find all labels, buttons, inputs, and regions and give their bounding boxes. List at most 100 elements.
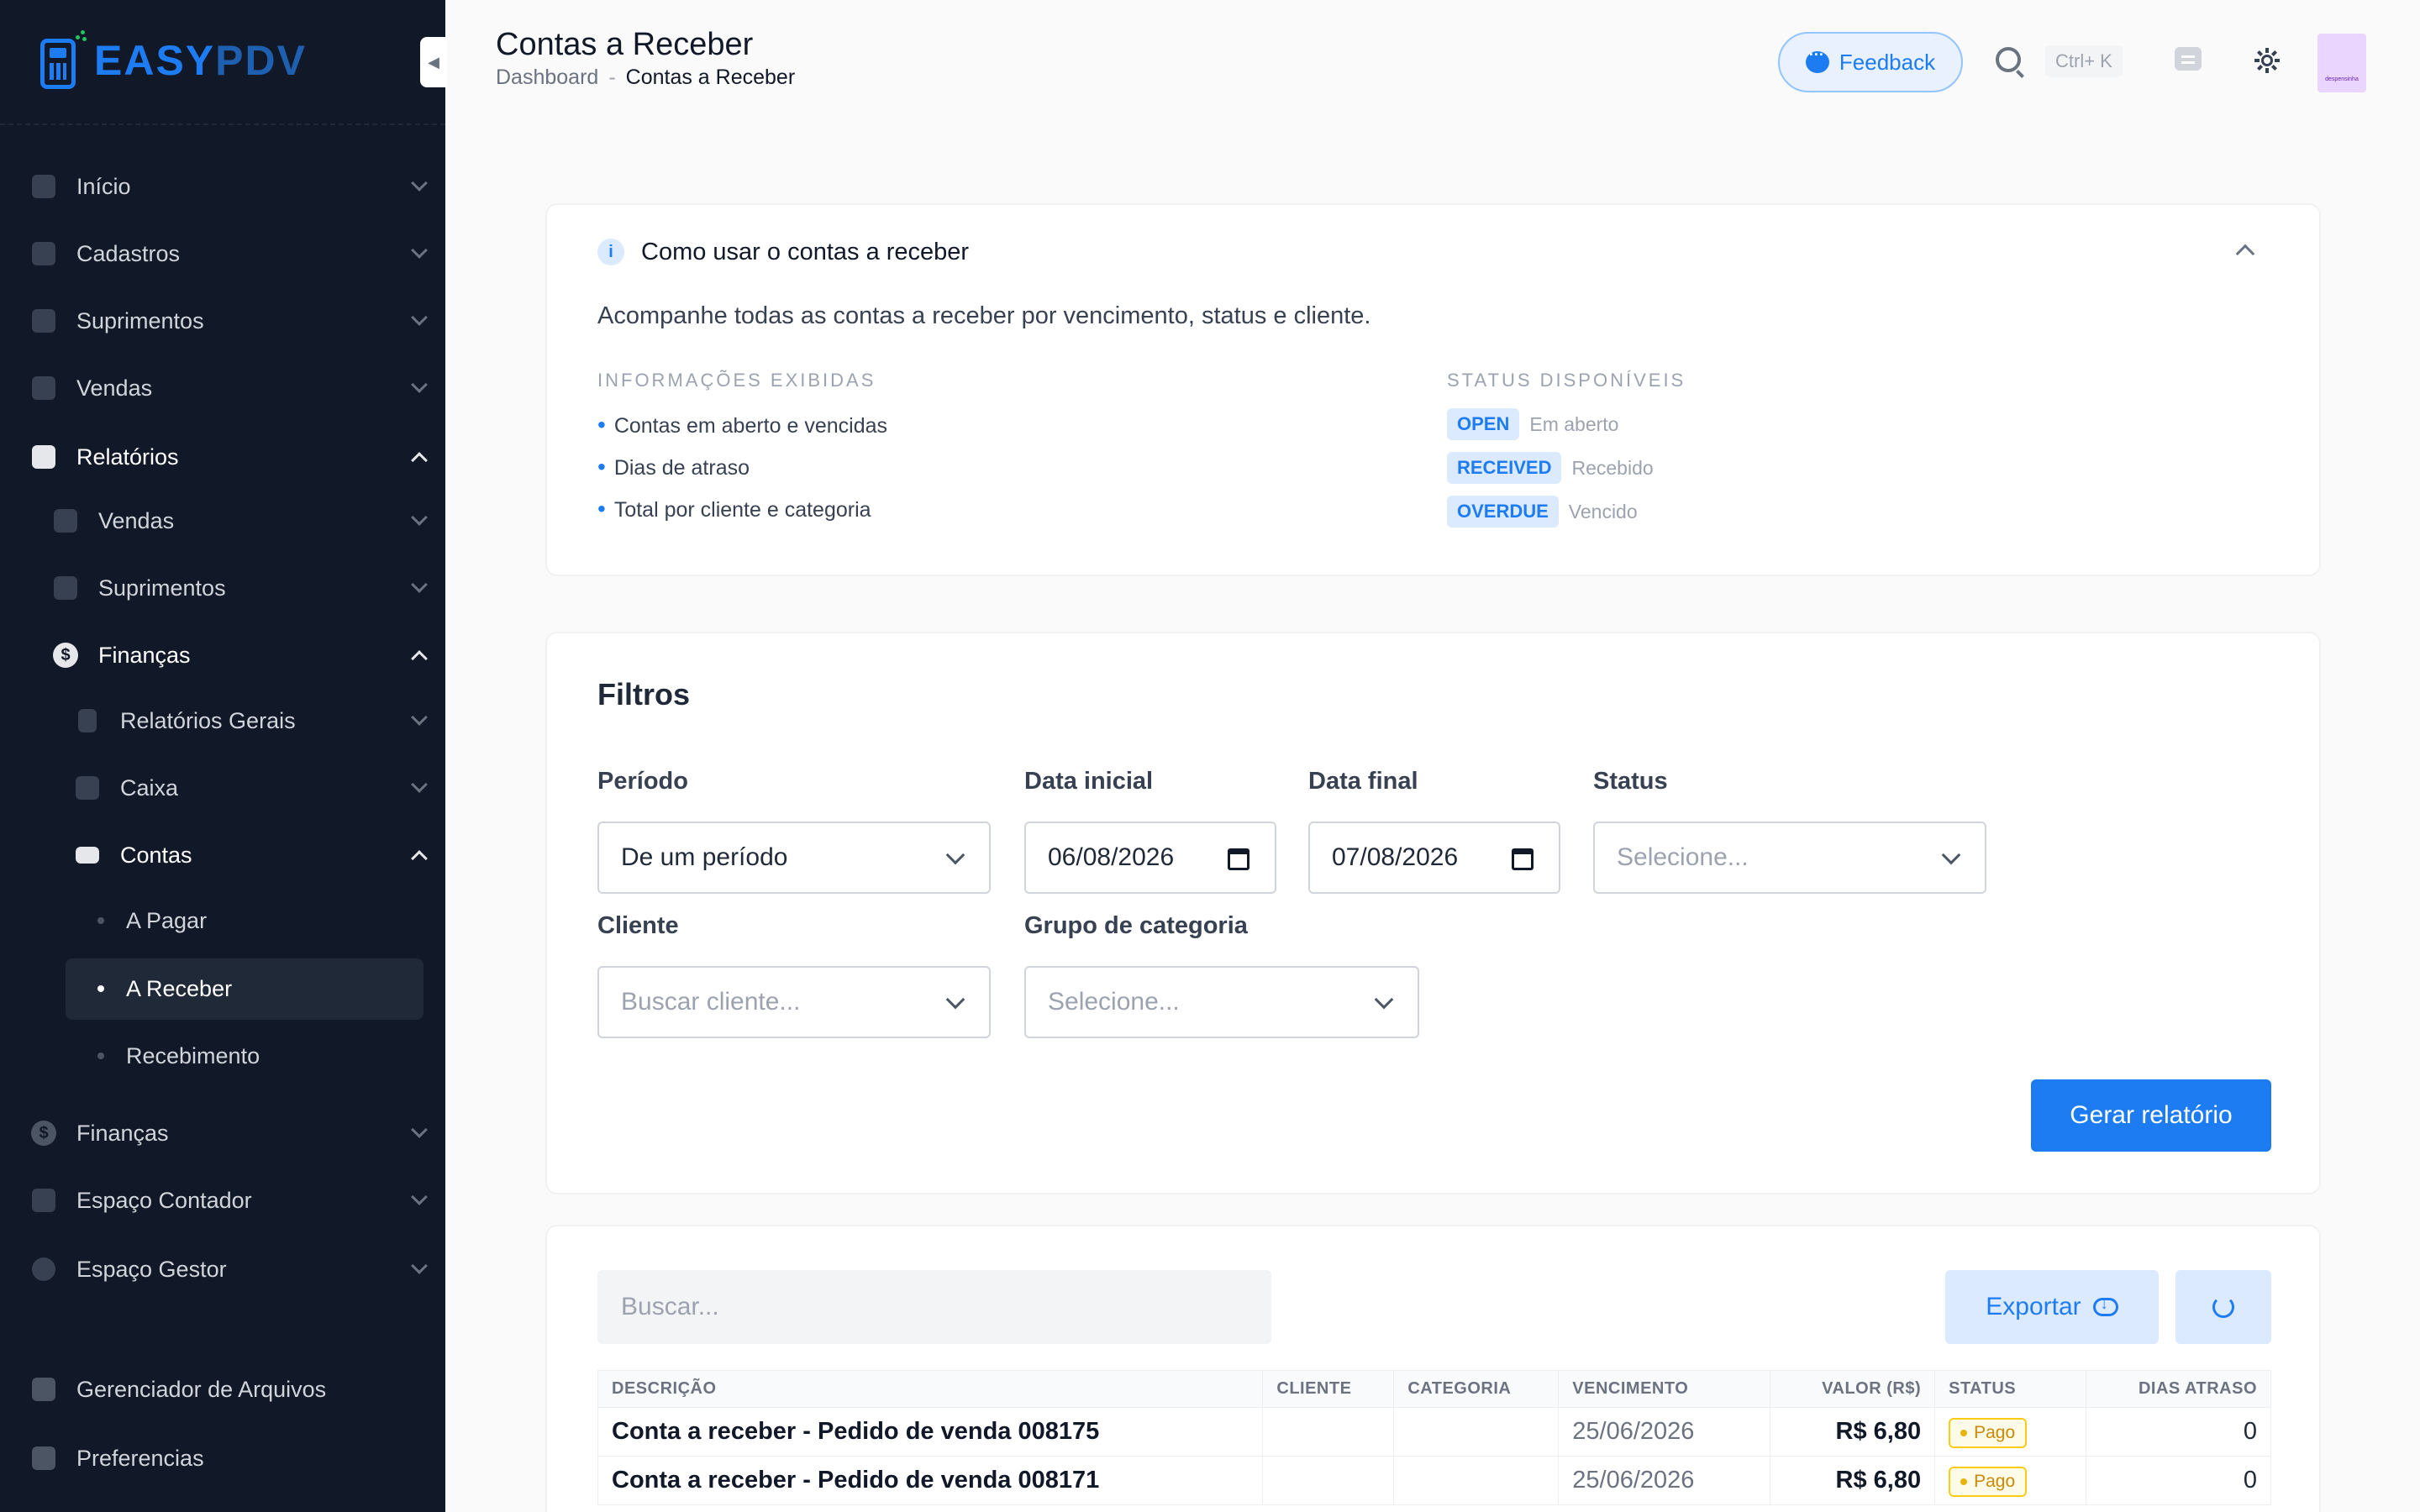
start-date-input[interactable]: 06/08/2026 [1024,822,1276,894]
search-placeholder: Buscar... [621,1293,719,1320]
sidebar-item-relatorios[interactable]: Relatórios [0,428,445,486]
avatar[interactable]: despensinha [2317,34,2366,92]
chevron-up-icon[interactable] [2235,244,2255,264]
column-header-due-date[interactable]: VENCIMENTO [1558,1370,1771,1408]
sidebar-item-relatorios-suprimentos[interactable]: Suprimentos [0,559,445,617]
sidebar-item-financas[interactable]: $ Finanças [0,1104,445,1163]
chevron-down-icon [411,776,428,793]
breadcrumb-dashboard[interactable]: Dashboard [496,66,598,90]
bullet-icon [97,1053,104,1059]
sidebar-item-label: Cadastros [76,240,181,266]
chevron-up-icon [411,850,428,867]
wallet-icon [74,774,101,801]
chevron-up-icon [411,452,428,469]
money-icon [74,842,101,869]
chevron-down-icon [411,509,428,526]
filters-card: Filtros Período De um período Data inici… [545,632,2321,1194]
avatar-text: despensinha [2325,76,2359,82]
sidebar-item-label: Espaço Gestor [76,1256,227,1282]
cell-value: R$ 6,80 [1770,1456,1936,1505]
cell-client [1262,1456,1395,1505]
dollar-icon: $ [52,642,79,669]
register-icon [52,507,79,534]
sidebar-item-label: Gerenciador de Arquivos [76,1376,327,1402]
chevron-down-icon [411,1121,428,1138]
status-badge: OVERDUE [1447,496,1559,528]
status-select[interactable]: Selecione... [1593,822,1986,894]
cell-description: Conta a receber - Pedido de venda 008175 [597,1407,1264,1457]
page-title: Contas a Receber [496,27,754,62]
client-placeholder: Buscar cliente... [621,988,801,1016]
sidebar-item-label: Suprimentos [76,307,204,333]
table-row[interactable]: Conta a receber - Pedido de venda 008175… [597,1407,2271,1457]
calendar-icon[interactable] [1228,848,1249,870]
sun-icon[interactable] [2254,48,2280,73]
sidebar-item-caixa[interactable]: Caixa [0,759,445,817]
collapse-sidebar-button[interactable]: ◀ [420,37,447,87]
bullet-icon [97,985,104,992]
sidebar-item-suprimentos[interactable]: Suprimentos [0,291,445,350]
chevron-down-icon [1374,990,1394,1010]
sidebar-item-espaco-gestor[interactable]: Espaço Gestor [0,1240,445,1299]
chevron-down-icon [945,845,965,865]
export-label: Exportar [1986,1293,2081,1320]
search-input[interactable]: Buscar... [597,1270,1271,1344]
search-icon[interactable] [1996,47,2021,72]
sidebar-item-label: A Receber [126,975,233,1001]
sidebar-item-label: Vendas [98,507,175,533]
table-row[interactable]: Conta a receber - Pedido de venda 008171… [597,1456,2271,1505]
receivables-table: DESCRIÇÃO CLIENTE CATEGORIA VENCIMENTO V… [597,1370,2271,1505]
sidebar-item-label: Finanças [76,1120,169,1146]
client-select[interactable]: Buscar cliente... [597,966,991,1038]
calendar-icon[interactable] [1512,848,1534,870]
status-badge: Pago [1949,1467,2028,1497]
column-header-value[interactable]: VALOR (R$) [1770,1370,1936,1408]
sidebar-item-espaco-contador[interactable]: Espaço Contador [0,1171,445,1230]
refresh-button[interactable] [2175,1270,2271,1344]
column-header-late-days[interactable]: DIAS ATRASO [2086,1370,2271,1408]
app-logo[interactable]: EASYPDV [39,30,307,91]
info-title[interactable]: Como usar o contas a receber [641,239,969,266]
sidebar-item-contas[interactable]: Contas [0,826,445,885]
calculator-icon [30,1187,57,1214]
chevron-left-icon: ◀ [428,53,439,71]
sidebar-item-gerenciador-arquivos[interactable]: Gerenciador de Arquivos [0,1360,445,1419]
sidebar-item-label: Início [76,173,131,199]
sidebar-item-a-pagar[interactable]: A Pagar [0,891,445,950]
sidebar-divider [0,123,445,125]
messages-icon[interactable] [2175,47,2202,71]
chevron-down-icon [411,376,428,393]
sidebar-item-vendas[interactable]: Vendas [0,359,445,417]
category-placeholder: Selecione... [1048,988,1180,1016]
sidebar-item-recebimento[interactable]: Recebimento [0,1026,445,1085]
category-group-select[interactable]: Selecione... [1024,966,1419,1038]
sidebar-item-relatorios-financas[interactable]: $ Finanças [0,626,445,685]
end-date-label: Data final [1308,768,1418,795]
export-button[interactable]: Exportar [1945,1270,2159,1344]
status-description: Em aberto [1529,412,1619,435]
info-icon: i [597,239,624,265]
column-header-status[interactable]: STATUS [1934,1370,2087,1408]
sidebar-item-inicio[interactable]: Início [0,157,445,216]
column-header-description[interactable]: DESCRIÇÃO [597,1370,1264,1408]
sidebar-item-relatorios-gerais[interactable]: Relatórios Gerais [0,691,445,750]
status-received: RECEIVED Recebido [1447,452,1654,484]
column-header-category[interactable]: CATEGORIA [1393,1370,1560,1408]
breadcrumb: Dashboard - Contas a Receber [496,66,795,90]
sidebar-item-cadastros[interactable]: Cadastros [0,224,445,283]
sidebar-item-preferencias[interactable]: Preferencias [0,1429,445,1488]
end-date-input[interactable]: 07/08/2026 [1308,822,1560,894]
sidebar-item-a-receber[interactable]: A Receber [0,959,445,1018]
sidebar-item-label: Vendas [76,375,153,401]
chart-icon [30,444,57,470]
generate-report-button[interactable]: Gerar relatório [2031,1079,2271,1152]
status-badge: RECEIVED [1447,452,1562,484]
cell-category [1393,1456,1560,1505]
sidebar-item-label: Preferencias [76,1445,204,1471]
feedback-button[interactable]: Feedback [1778,32,1963,92]
column-header-client[interactable]: CLIENTE [1262,1370,1395,1408]
period-select[interactable]: De um período [597,822,991,894]
status-overdue: OVERDUE Vencido [1447,496,1638,528]
bullet-icon [97,917,104,924]
sidebar-item-relatorios-vendas[interactable]: Vendas [0,491,445,550]
